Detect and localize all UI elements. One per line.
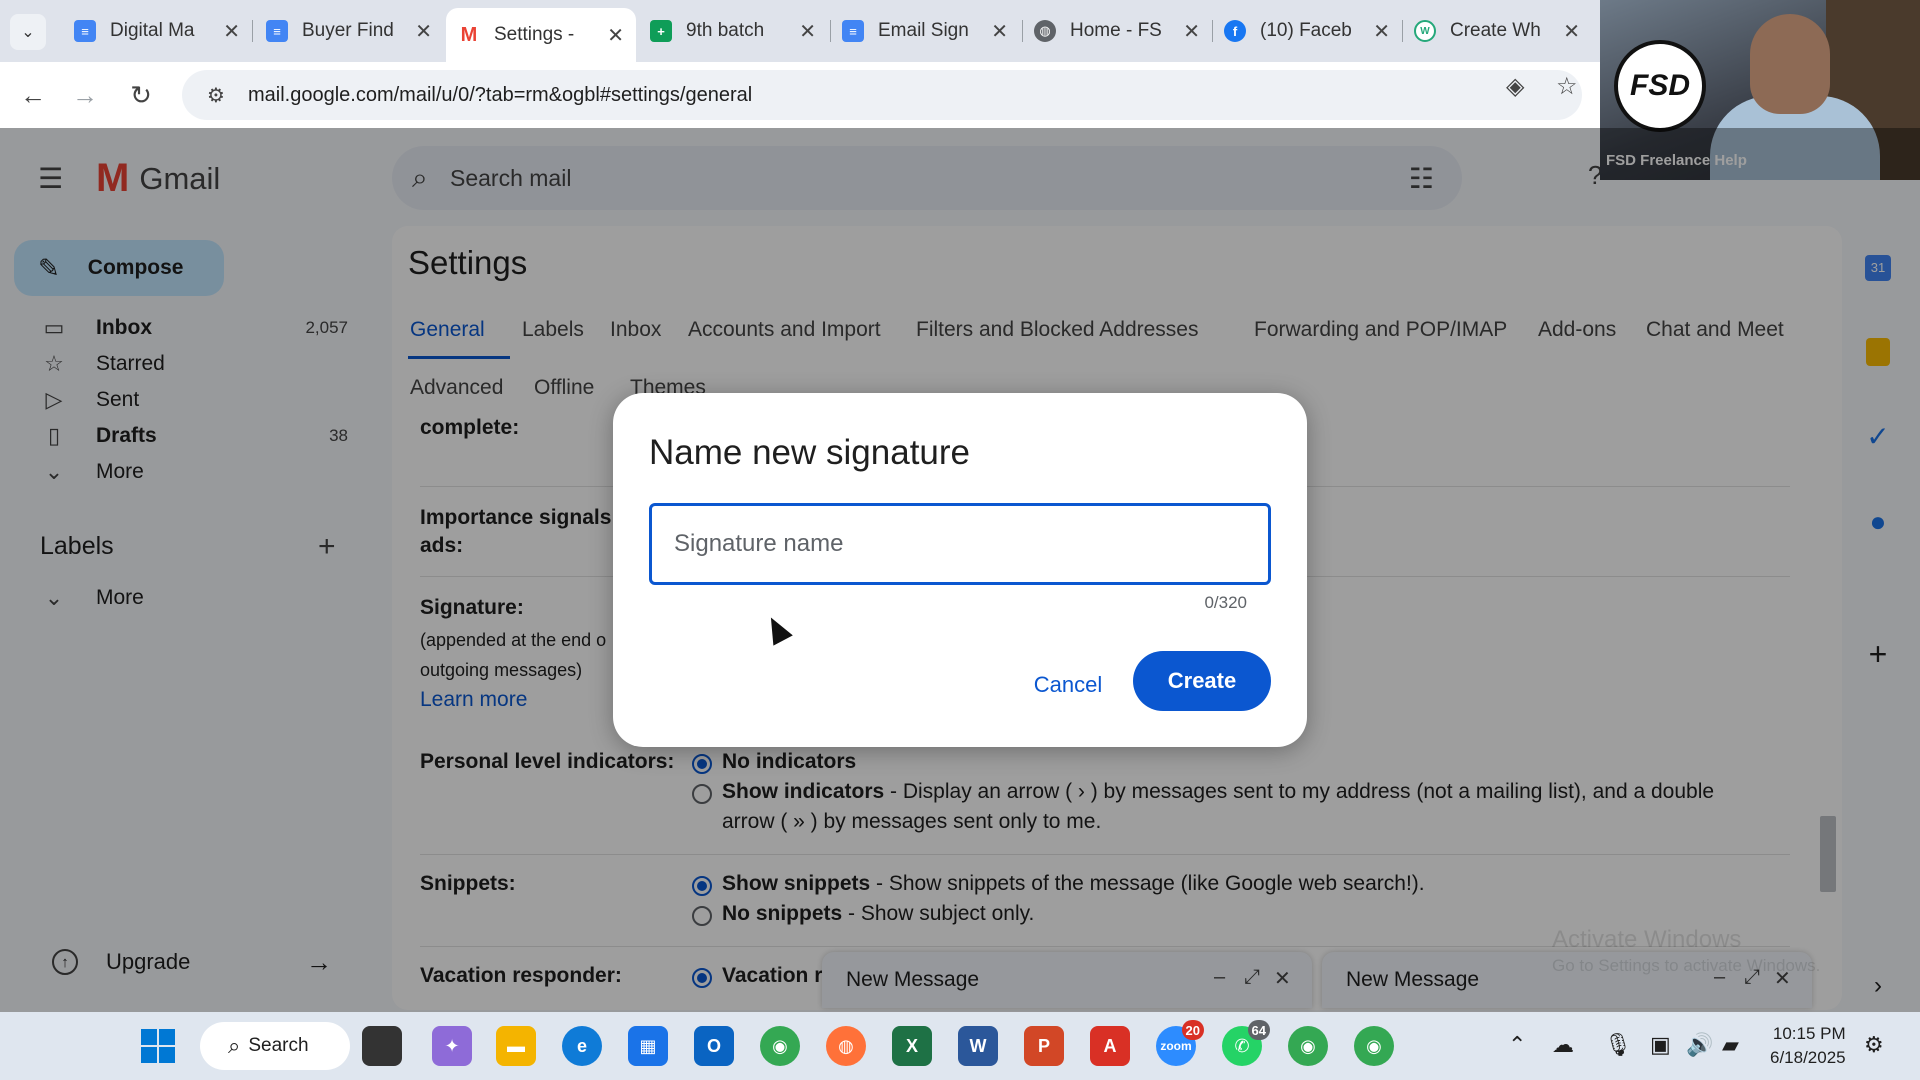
- windows-taskbar: ⌕ Search ✦ ▬ e ▦ O ◉ ◍ X W P A zoom 20 ✆…: [0, 1012, 1920, 1080]
- copilot-icon[interactable]: ✦: [432, 1026, 472, 1066]
- browser-tab-facebook[interactable]: f (10) Faceb ✕: [1212, 8, 1402, 54]
- wa-icon: W: [1414, 20, 1436, 42]
- taskbar-search[interactable]: ⌕ Search: [200, 1022, 350, 1070]
- outlook-icon[interactable]: O: [694, 1026, 734, 1066]
- whatsapp-icon[interactable]: ✆ 64: [1222, 1020, 1270, 1066]
- onedrive-icon[interactable]: ☁: [1552, 1032, 1574, 1058]
- edge-icon[interactable]: e: [562, 1026, 602, 1066]
- word-icon[interactable]: W: [958, 1026, 998, 1066]
- docs-icon: ≡: [842, 20, 864, 42]
- close-icon[interactable]: ✕: [799, 19, 816, 44]
- file-explorer-icon[interactable]: ▬: [496, 1026, 536, 1066]
- chevron-up-icon[interactable]: ⌃: [1508, 1032, 1526, 1058]
- name-signature-dialog: Name new signature 0/320 Cancel Create: [613, 393, 1307, 747]
- store-icon[interactable]: ▦: [628, 1026, 668, 1066]
- tab-search-button[interactable]: ⌄: [10, 14, 46, 50]
- docs-icon: ≡: [266, 20, 288, 42]
- close-icon[interactable]: ✕: [607, 23, 624, 48]
- zoom-icon[interactable]: zoom 20: [1156, 1020, 1204, 1066]
- fsd-logo: FSD: [1614, 40, 1706, 132]
- volume-icon[interactable]: 🔊: [1686, 1032, 1713, 1058]
- browser-tab-create[interactable]: W Create Wh ✕: [1402, 8, 1592, 54]
- arrow-right-icon: →: [72, 79, 98, 110]
- close-icon[interactable]: ✕: [991, 19, 1008, 44]
- reload-button[interactable]: ↻: [122, 76, 160, 114]
- signature-name-input[interactable]: [649, 503, 1271, 585]
- url-text[interactable]: mail.google.com/mail/u/0/?tab=rm&ogbl#se…: [248, 84, 752, 107]
- microphone-icon[interactable]: 🎙: [1604, 1032, 1632, 1058]
- taskbar-clock[interactable]: 10:15 PM 6/18/2025: [1770, 1022, 1846, 1070]
- gmail-icon: M: [458, 24, 480, 46]
- extension-icon[interactable]: ◈: [1506, 72, 1524, 101]
- excel-icon[interactable]: X: [892, 1026, 932, 1066]
- reload-icon: ↻: [130, 79, 152, 110]
- sheets-icon: +: [650, 20, 672, 42]
- browser-tab-settings[interactable]: M Settings - ✕: [446, 8, 636, 62]
- browser-tab-batch[interactable]: + 9th batch ✕: [638, 8, 828, 54]
- globe-icon: ◍: [1034, 20, 1056, 42]
- search-icon: ⌕: [228, 1033, 241, 1058]
- chrome-profile-2-icon[interactable]: ◉: [1354, 1026, 1394, 1066]
- battery-icon[interactable]: ▰: [1722, 1032, 1739, 1058]
- create-button[interactable]: Create: [1133, 651, 1271, 711]
- close-icon[interactable]: ✕: [1183, 19, 1200, 44]
- network-icon[interactable]: ▣: [1650, 1032, 1671, 1058]
- firefox-icon[interactable]: ◍: [826, 1026, 866, 1066]
- task-view-icon[interactable]: [362, 1026, 402, 1066]
- close-icon[interactable]: ✕: [1563, 19, 1580, 44]
- bookmark-star-icon[interactable]: ☆: [1556, 72, 1578, 101]
- close-icon[interactable]: ✕: [223, 19, 240, 44]
- url-omnibox[interactable]: ⚙ mail.google.com/mail/u/0/?tab=rm&ogbl#…: [182, 70, 1582, 120]
- docs-icon: ≡: [74, 20, 96, 42]
- forward-button[interactable]: →: [66, 76, 104, 114]
- facebook-icon: f: [1224, 20, 1246, 42]
- dialog-title: Name new signature: [649, 433, 970, 472]
- close-icon[interactable]: ✕: [415, 19, 432, 44]
- arrow-left-icon: ←: [20, 79, 46, 110]
- acrobat-icon[interactable]: A: [1090, 1026, 1130, 1066]
- browser-tab-buyer[interactable]: ≡ Buyer Find ✕: [254, 8, 444, 54]
- browser-tab-digital[interactable]: ≡ Digital Ma ✕: [62, 8, 252, 54]
- site-info-icon[interactable]: ⚙: [196, 83, 236, 108]
- cancel-button[interactable]: Cancel: [1023, 655, 1113, 715]
- whatsapp-badge: 64: [1247, 1020, 1270, 1040]
- browser-tab-home[interactable]: ◍ Home - FS ✕: [1022, 8, 1212, 54]
- windows-start-icon[interactable]: [138, 1026, 178, 1066]
- notifications-icon[interactable]: ⚙: [1864, 1032, 1884, 1058]
- character-counter: 0/320: [1204, 593, 1247, 612]
- zoom-badge: 20: [1181, 1020, 1204, 1040]
- back-button[interactable]: ←: [14, 76, 52, 114]
- chevron-down-icon: ⌄: [21, 24, 35, 41]
- chrome-icon[interactable]: ◉: [760, 1026, 800, 1066]
- chrome-profile-icon[interactable]: ◉: [1288, 1026, 1328, 1066]
- address-bar: ← → ↻ ⚙ mail.google.com/mail/u/0/?tab=rm…: [0, 62, 1600, 128]
- powerpoint-icon[interactable]: P: [1024, 1026, 1064, 1066]
- close-icon[interactable]: ✕: [1373, 19, 1390, 44]
- browser-tab-email-sign[interactable]: ≡ Email Sign ✕: [830, 8, 1020, 54]
